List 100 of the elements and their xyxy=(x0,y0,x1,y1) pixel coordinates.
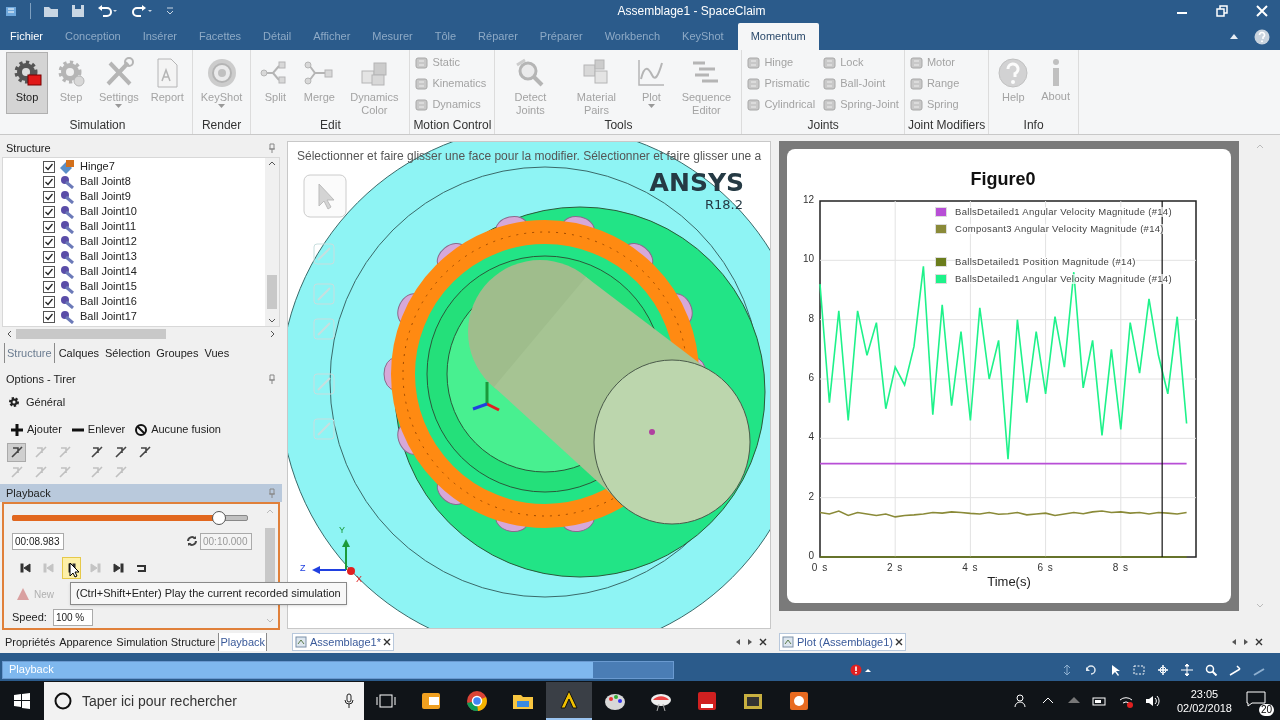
redo-icon[interactable] xyxy=(131,4,153,18)
menu-tab[interactable]: Fichier xyxy=(2,23,51,50)
restore-icon[interactable] xyxy=(1216,5,1228,17)
checkbox[interactable] xyxy=(43,295,55,308)
tool-button[interactable] xyxy=(7,442,26,462)
tree-item-label[interactable]: Ball Joint9 xyxy=(80,188,131,205)
pin-icon[interactable] xyxy=(268,143,276,153)
pen-icon[interactable] xyxy=(1229,664,1243,676)
checkbox[interactable] xyxy=(43,235,55,248)
undo-icon[interactable] xyxy=(97,4,119,18)
close-icon[interactable] xyxy=(759,638,767,646)
action-button[interactable]: Enlever xyxy=(71,421,126,438)
checkbox[interactable] xyxy=(43,220,55,233)
notification-count: 20 xyxy=(1258,703,1274,716)
panel-tab[interactable]: Propriétés xyxy=(4,632,57,652)
clock[interactable]: 23:05 02/02/2018 xyxy=(1168,686,1240,715)
scroll-down-icon[interactable] xyxy=(268,318,276,325)
menu-tab[interactable]: Momentum xyxy=(737,23,819,50)
tree-item-label[interactable]: Ball Joint13 xyxy=(80,248,137,265)
box-select-icon[interactable] xyxy=(1133,664,1147,676)
checkbox[interactable] xyxy=(43,190,55,203)
axis-tick-label: 2 s xyxy=(887,563,904,573)
task-view-icon[interactable] xyxy=(376,692,396,709)
slider-track[interactable] xyxy=(12,511,248,525)
ball-joint-icon xyxy=(59,264,75,279)
taskbar-app[interactable] xyxy=(546,681,592,720)
rotate-icon[interactable] xyxy=(1085,664,1099,676)
pan-icon[interactable] xyxy=(1181,664,1195,676)
scroll-left-icon[interactable] xyxy=(6,330,12,339)
ball-joint-icon xyxy=(59,234,75,249)
panel-tab[interactable]: Structure xyxy=(4,342,55,364)
checkbox[interactable] xyxy=(43,175,55,188)
panel-title: Options - Tirer xyxy=(6,371,76,387)
tool-icon[interactable] xyxy=(312,372,336,396)
search-field[interactable]: Taper ici pour rechercher xyxy=(44,681,364,720)
ribbon-group-label: Joint Modifiers xyxy=(907,117,986,134)
loop-icon xyxy=(134,562,147,574)
tree-item-label[interactable]: Ball Joint15 xyxy=(80,278,137,295)
panel-tab[interactable]: Simulation Structure xyxy=(115,632,217,652)
windows-start-icon[interactable] xyxy=(14,692,30,709)
panel-tab[interactable]: Apparence xyxy=(58,632,114,652)
scrollbar-thumb[interactable] xyxy=(16,329,166,340)
tree-item-label[interactable]: Ball Joint16 xyxy=(80,293,137,310)
tree-item-label[interactable]: Ball Joint14 xyxy=(80,263,137,280)
tree-item-label[interactable]: Ball Joint17 xyxy=(80,308,137,325)
gear-icon xyxy=(8,395,20,408)
scroll-right-icon[interactable] xyxy=(270,330,276,339)
notification-button[interactable]: 20 xyxy=(1244,685,1274,716)
close-icon[interactable] xyxy=(382,638,391,646)
slider-thumb[interactable] xyxy=(211,511,226,525)
message-icon xyxy=(1246,690,1266,707)
checkbox[interactable] xyxy=(43,205,55,218)
scrollbar[interactable] xyxy=(265,158,279,327)
tree-item-label[interactable]: Ball Joint11 xyxy=(80,218,137,235)
tree-item-label[interactable]: Hinge7 xyxy=(80,158,115,175)
folder-icon[interactable] xyxy=(43,4,59,18)
scroll-right-icon[interactable] xyxy=(747,638,753,646)
scroll-up-icon[interactable] xyxy=(268,160,276,166)
orbit-icon[interactable] xyxy=(1157,664,1171,676)
panel-title: Structure xyxy=(6,140,51,156)
help-icon[interactable] xyxy=(1254,29,1270,45)
tree-item-label[interactable]: Ball Joint12 xyxy=(80,233,137,250)
panel-tab[interactable]: Vues xyxy=(202,342,232,364)
ribbon-button[interactable]: Stop xyxy=(6,52,48,114)
caret-icon xyxy=(115,104,123,109)
error-icon[interactable] xyxy=(850,664,872,676)
tree-item-label[interactable]: Ball Joint10 xyxy=(80,203,137,220)
ribbon-group-label: Simulation xyxy=(68,117,127,134)
scroll-right-icon[interactable] xyxy=(1243,638,1249,646)
document-tab[interactable]: Plot (Assemblage1) xyxy=(779,632,906,652)
pin-icon[interactable] xyxy=(268,373,276,384)
refresh-icon[interactable] xyxy=(186,535,198,547)
action-button[interactable]: Ajouter xyxy=(11,421,62,438)
close-icon[interactable] xyxy=(895,638,903,646)
checkbox[interactable] xyxy=(43,250,55,263)
scroll-left-icon[interactable] xyxy=(1231,638,1237,646)
panel-tab[interactable]: Playback xyxy=(218,632,268,652)
axis-triad xyxy=(312,539,356,576)
document-tab[interactable]: Assemblage1* xyxy=(292,632,394,652)
panel-tab[interactable]: Sélection xyxy=(103,342,153,364)
tool-icon[interactable] xyxy=(312,242,336,266)
zoom-icon[interactable] xyxy=(1205,664,1219,676)
panel-tab[interactable]: Calques xyxy=(56,342,101,364)
app-logo-icon xyxy=(4,4,18,18)
action-button[interactable]: Aucune fusion xyxy=(135,421,221,438)
legend-label: BallsDetailed1 Angular Velocity Magnitude (#14) xyxy=(955,274,1172,284)
time-field[interactable]: 00:08.983 xyxy=(12,532,64,550)
save-icon[interactable] xyxy=(71,4,85,18)
speed-field[interactable]: 100 % xyxy=(52,608,93,626)
axis-tick-label: 12 xyxy=(801,195,814,205)
checkbox[interactable] xyxy=(43,160,55,173)
axis-label: Z xyxy=(300,564,306,573)
scrollbar-thumb[interactable] xyxy=(267,275,277,310)
checkbox[interactable] xyxy=(43,280,55,293)
close-icon[interactable] xyxy=(1255,638,1263,646)
checkbox[interactable] xyxy=(43,310,55,323)
tree-item-label[interactable]: Ball Joint8 xyxy=(80,173,131,190)
panel-tab[interactable]: Groupes xyxy=(154,342,201,364)
scroll-left-icon[interactable] xyxy=(735,638,741,646)
checkbox[interactable] xyxy=(43,265,55,278)
